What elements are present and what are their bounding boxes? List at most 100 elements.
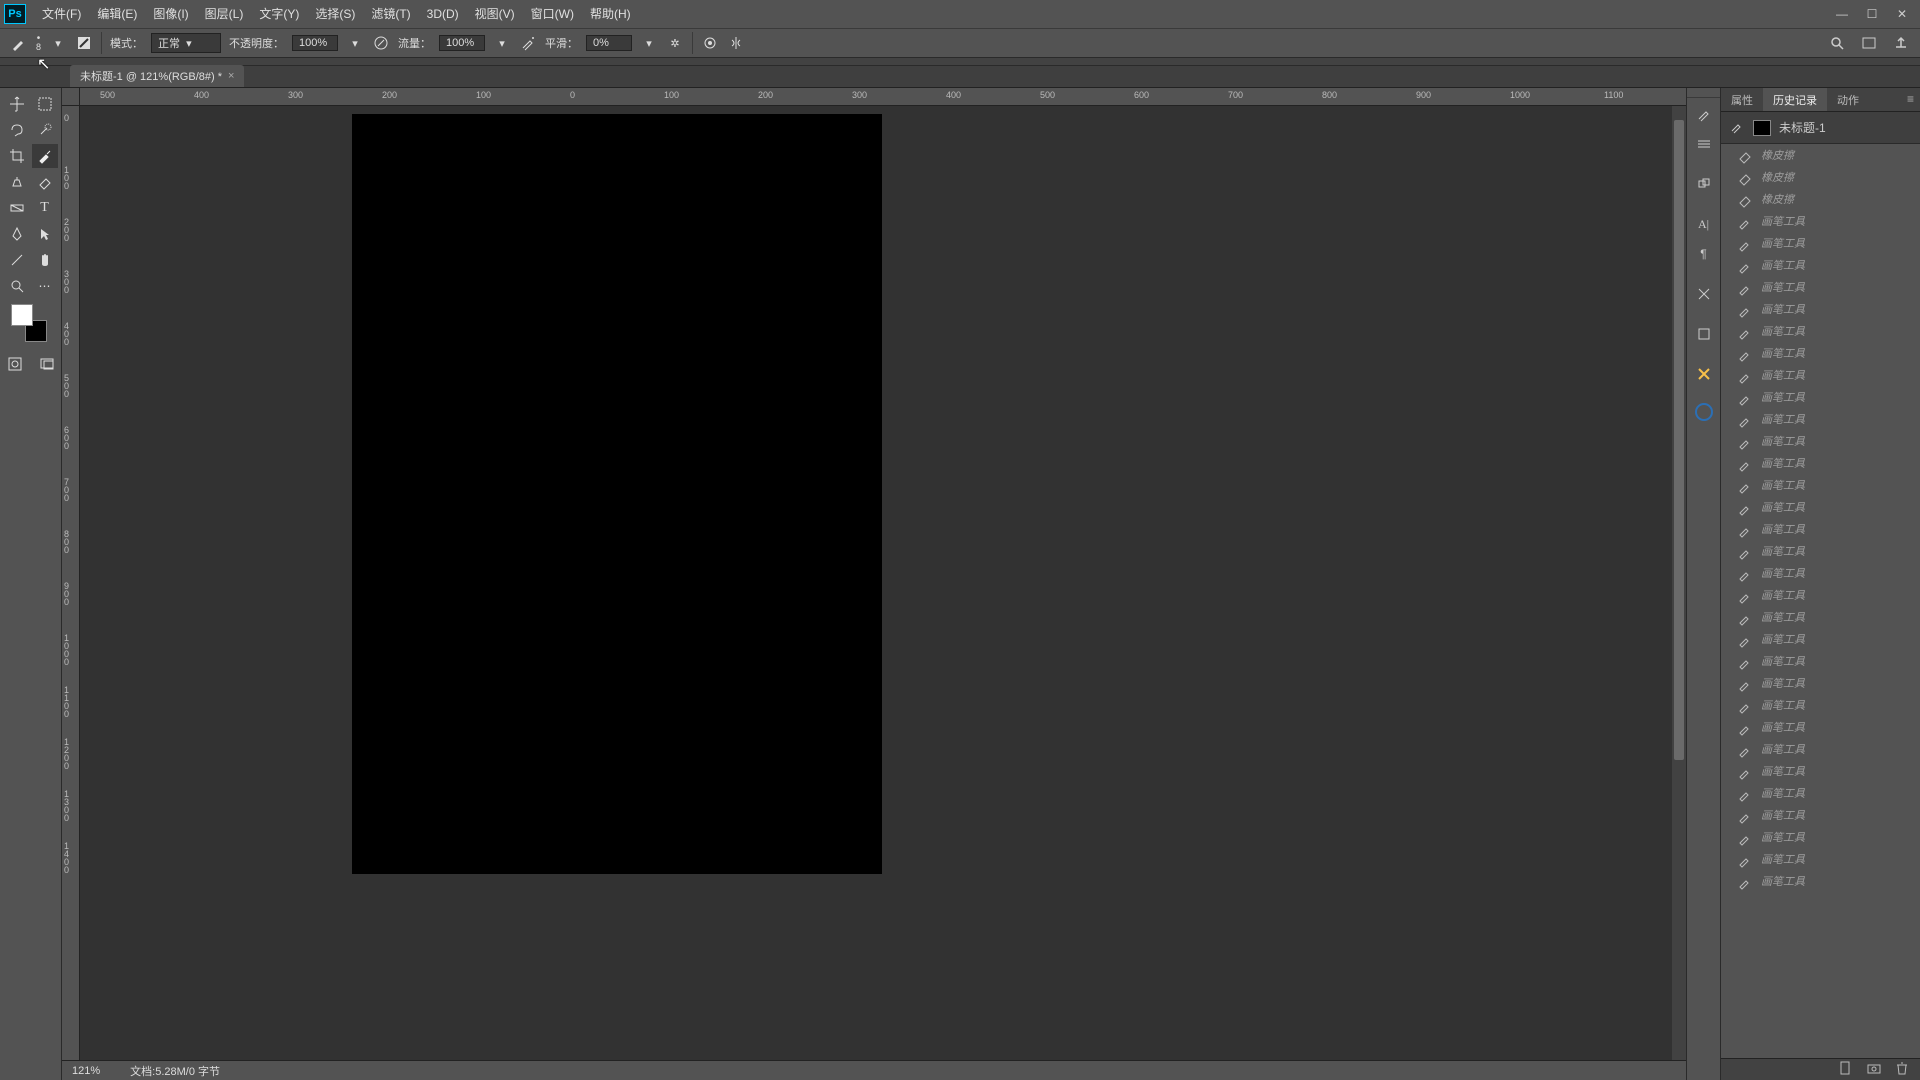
brush-size-dropdown[interactable]: • 8 xyxy=(36,34,41,52)
new-document-icon[interactable] xyxy=(1838,1060,1854,1079)
character-icon[interactable]: A| xyxy=(1691,210,1717,238)
menu-9[interactable]: 窗口(W) xyxy=(523,0,582,28)
history-item[interactable]: 画笔工具 xyxy=(1721,320,1920,342)
document-canvas[interactable] xyxy=(352,114,882,874)
history-item[interactable]: 画笔工具 xyxy=(1721,804,1920,826)
history-item[interactable]: 画笔工具 xyxy=(1721,848,1920,870)
menu-6[interactable]: 滤镜(T) xyxy=(363,0,418,28)
crop-tool[interactable] xyxy=(4,144,30,168)
history-snapshot[interactable]: 未标题-1 xyxy=(1721,112,1920,144)
history-item[interactable]: 画笔工具 xyxy=(1721,716,1920,738)
collapse-strip[interactable] xyxy=(0,58,1920,66)
brush-panel-icon[interactable] xyxy=(75,34,93,52)
vertical-scrollbar[interactable] xyxy=(1672,106,1686,1060)
history-item[interactable]: 画笔工具 xyxy=(1721,452,1920,474)
zoom-tool[interactable] xyxy=(4,274,30,298)
menu-10[interactable]: 帮助(H) xyxy=(582,0,639,28)
menu-7[interactable]: 3D(D) xyxy=(419,0,467,28)
history-item[interactable]: 画笔工具 xyxy=(1721,210,1920,232)
airbrush-icon[interactable] xyxy=(519,34,537,52)
history-item[interactable]: 画笔工具 xyxy=(1721,672,1920,694)
menu-5[interactable]: 选择(S) xyxy=(307,0,363,28)
move-tool[interactable] xyxy=(4,92,30,116)
flow-input[interactable]: 100% xyxy=(439,35,485,51)
history-item[interactable]: 画笔工具 xyxy=(1721,650,1920,672)
history-item[interactable]: 画笔工具 xyxy=(1721,826,1920,848)
brush-settings-icon[interactable] xyxy=(1691,100,1717,128)
eraser-tool[interactable] xyxy=(32,170,58,194)
history-item[interactable]: 画笔工具 xyxy=(1721,386,1920,408)
history-item[interactable]: 画笔工具 xyxy=(1721,518,1920,540)
chevron-down-icon[interactable]: ▾ xyxy=(640,34,658,52)
color-swatches[interactable] xyxy=(11,304,51,344)
tab-history[interactable]: 历史记录 xyxy=(1763,88,1827,111)
tab-properties[interactable]: 属性 xyxy=(1721,88,1763,111)
symmetry-icon[interactable] xyxy=(727,34,745,52)
chevron-down-icon[interactable]: ▾ xyxy=(49,34,67,52)
paragraph-icon[interactable]: ¶ xyxy=(1691,240,1717,268)
panel-menu-icon[interactable]: ≡ xyxy=(1901,88,1920,111)
more-tools[interactable]: ⋯ xyxy=(32,274,58,298)
foreground-color[interactable] xyxy=(11,304,33,326)
history-item[interactable]: 画笔工具 xyxy=(1721,298,1920,320)
history-item[interactable]: 橡皮擦 xyxy=(1721,166,1920,188)
quick-mask-icon[interactable] xyxy=(2,352,28,376)
menu-2[interactable]: 图像(I) xyxy=(145,0,196,28)
screen-mode-icon[interactable] xyxy=(34,352,60,376)
hand-tool[interactable] xyxy=(32,248,58,272)
brush-tool[interactable] xyxy=(32,144,58,168)
history-item[interactable]: 画笔工具 xyxy=(1721,606,1920,628)
lasso-tool[interactable] xyxy=(4,118,30,142)
brush-tool-icon[interactable] xyxy=(10,34,28,52)
history-item[interactable]: 画笔工具 xyxy=(1721,694,1920,716)
mode-select[interactable]: 正常 ▾ xyxy=(151,33,221,53)
history-item[interactable]: 画笔工具 xyxy=(1721,562,1920,584)
history-item[interactable]: 画笔工具 xyxy=(1721,584,1920,606)
quick-select-tool[interactable] xyxy=(32,118,58,142)
clone-stamp-tool[interactable] xyxy=(4,170,30,194)
document-tab[interactable]: 未标题-1 @ 121%(RGB/8#) * × xyxy=(70,65,244,87)
window-minimize[interactable]: — xyxy=(1828,4,1856,24)
menu-8[interactable]: 视图(V) xyxy=(467,0,523,28)
history-item[interactable]: 画笔工具 xyxy=(1721,760,1920,782)
chevron-down-icon[interactable]: ▾ xyxy=(493,34,511,52)
history-item[interactable]: 画笔工具 xyxy=(1721,254,1920,276)
history-item[interactable]: 画笔工具 xyxy=(1721,364,1920,386)
marquee-tool[interactable] xyxy=(32,92,58,116)
history-item[interactable]: 画笔工具 xyxy=(1721,232,1920,254)
share-icon[interactable] xyxy=(1892,34,1910,52)
opacity-input[interactable]: 100% xyxy=(292,35,338,51)
close-icon[interactable]: × xyxy=(228,70,234,82)
workspace-icon[interactable] xyxy=(1860,34,1878,52)
history-item[interactable]: 画笔工具 xyxy=(1721,782,1920,804)
smooth-input[interactable]: 0% xyxy=(586,35,632,51)
chevron-down-icon[interactable]: ▾ xyxy=(346,34,364,52)
gear-icon[interactable]: ✲ xyxy=(666,34,684,52)
path-select-tool[interactable] xyxy=(32,222,58,246)
pen-tool[interactable] xyxy=(4,222,30,246)
history-item[interactable]: 画笔工具 xyxy=(1721,540,1920,562)
search-icon[interactable] xyxy=(1828,34,1846,52)
history-item[interactable]: 画笔工具 xyxy=(1721,870,1920,892)
history-item[interactable]: 画笔工具 xyxy=(1721,496,1920,518)
timeline-icon[interactable] xyxy=(1691,398,1717,426)
window-close[interactable]: ✕ xyxy=(1888,4,1916,24)
gradient-tool[interactable] xyxy=(4,196,30,220)
history-item[interactable]: 橡皮擦 xyxy=(1721,188,1920,210)
menu-3[interactable]: 图层(L) xyxy=(197,0,252,28)
modify-icon[interactable] xyxy=(1691,280,1717,308)
tab-actions[interactable]: 动作 xyxy=(1827,88,1869,111)
menu-1[interactable]: 编辑(E) xyxy=(89,0,145,28)
history-item[interactable]: 画笔工具 xyxy=(1721,276,1920,298)
type-tool[interactable]: T xyxy=(32,196,58,220)
pressure-opacity-icon[interactable] xyxy=(372,34,390,52)
history-item[interactable]: 画笔工具 xyxy=(1721,474,1920,496)
history-item[interactable]: 画笔工具 xyxy=(1721,430,1920,452)
window-maximize[interactable]: ☐ xyxy=(1858,4,1886,24)
history-item[interactable]: 画笔工具 xyxy=(1721,738,1920,760)
clone-source-icon[interactable] xyxy=(1691,170,1717,198)
line-tool[interactable] xyxy=(4,248,30,272)
trash-icon[interactable] xyxy=(1894,1060,1910,1079)
history-item[interactable]: 画笔工具 xyxy=(1721,408,1920,430)
pressure-size-icon[interactable] xyxy=(701,34,719,52)
